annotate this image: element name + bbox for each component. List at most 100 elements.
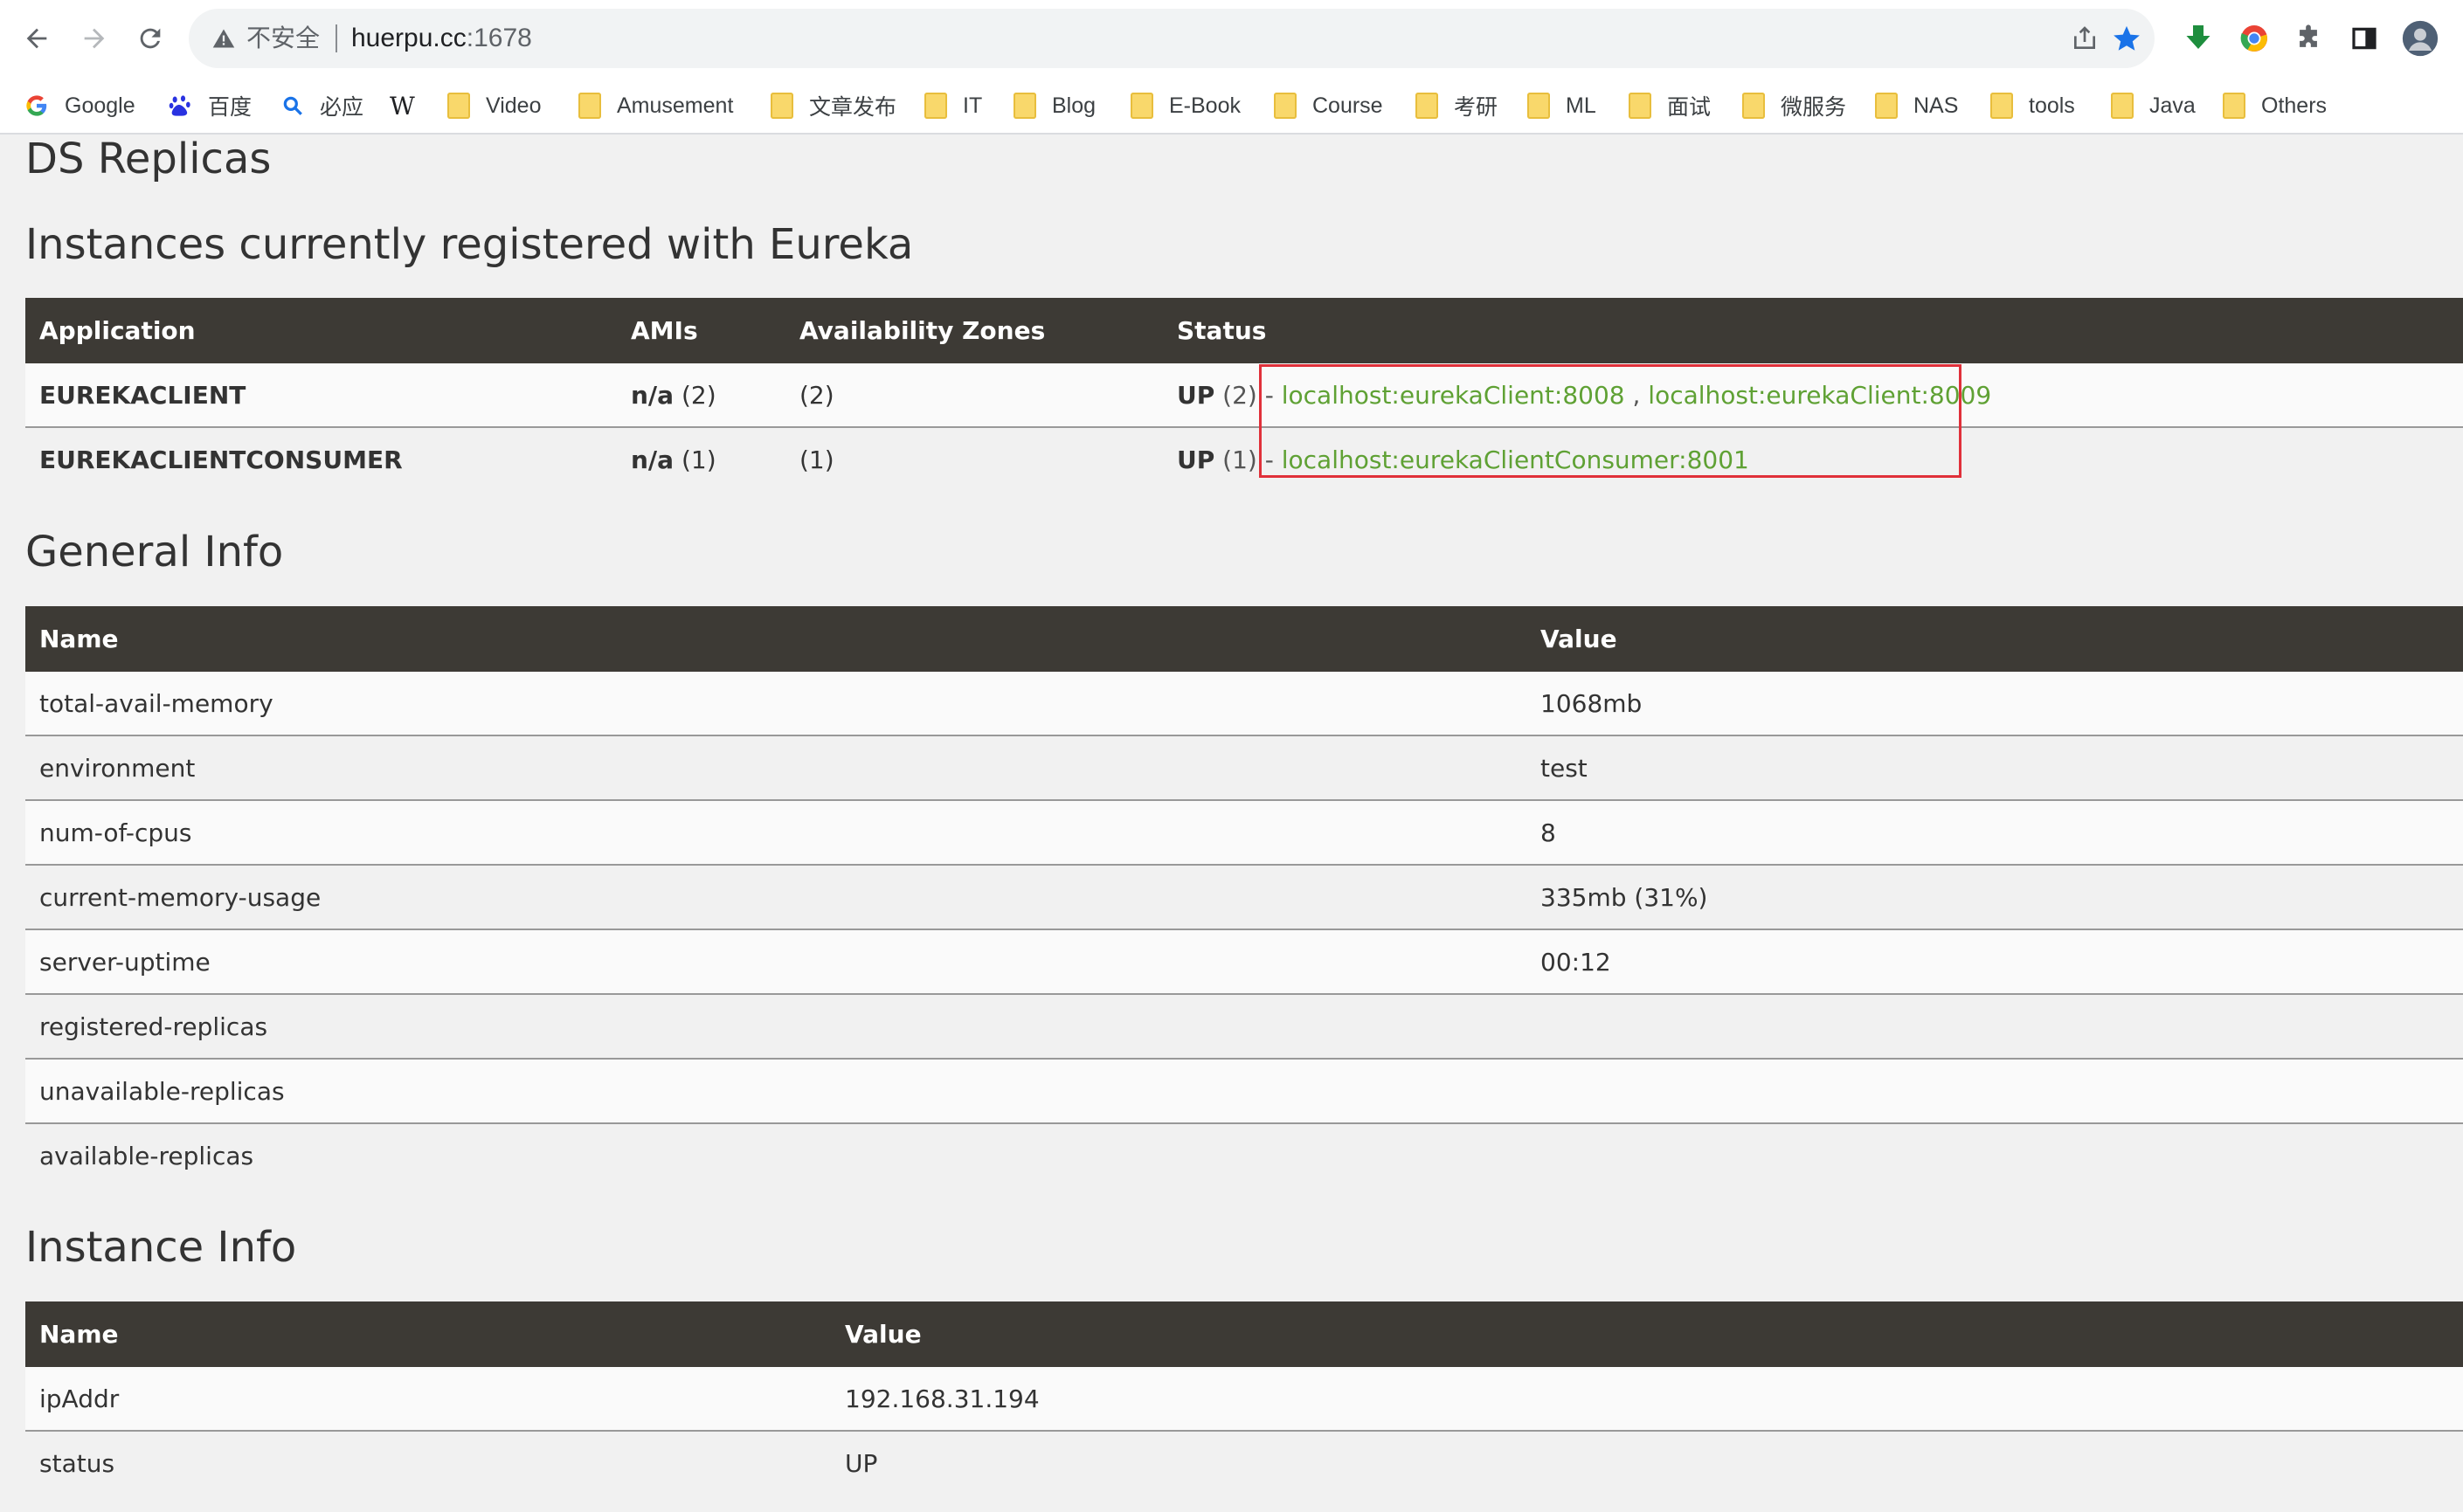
- table-row: total-avail-memory 1068mb: [25, 672, 2463, 736]
- chrome-extension-icon[interactable]: [2235, 19, 2273, 58]
- column-header-amis: AMIs: [617, 298, 785, 363]
- info-name: registered-replicas: [25, 994, 1526, 1060]
- bookmark-label: Others: [2261, 93, 2328, 118]
- folder-icon: [1014, 93, 1036, 119]
- bookmark-label: E-Book: [1169, 93, 1241, 118]
- table-row: status UP: [25, 1431, 2463, 1495]
- url-port: :1678: [466, 24, 532, 52]
- column-header-value: Value: [1526, 606, 2463, 672]
- warning-triangle-icon[interactable]: [208, 23, 239, 54]
- status-value: UP: [1177, 380, 1215, 410]
- info-name: unavailable-replicas: [25, 1059, 1526, 1124]
- column-header-name: Name: [25, 1301, 831, 1367]
- bookmarks-bar: Google 百度 必应 W Video Amusement 文章发布 IT B…: [0, 77, 2463, 135]
- table-row: registered-replicas: [25, 994, 2463, 1060]
- column-header-application: Application: [25, 298, 617, 363]
- application-cell: EUREKACLIENT: [25, 363, 617, 428]
- back-arrow-icon: [26, 28, 47, 49]
- folder-icon: [1415, 93, 1438, 119]
- bookmark-label: 面试: [1667, 95, 1712, 120]
- bookmark-folder-ml[interactable]: ML: [1527, 89, 1596, 122]
- info-value: UP: [831, 1431, 2463, 1495]
- application-name: EUREKACLIENT: [39, 380, 246, 410]
- table-row: server-uptime 00:12: [25, 929, 2463, 995]
- amis-count: (1): [674, 445, 716, 474]
- bookmark-label: IT: [963, 93, 983, 118]
- folder-icon: [924, 93, 947, 119]
- folder-icon: [1742, 93, 1765, 119]
- folder-icon: [2223, 93, 2245, 119]
- bookmark-baidu[interactable]: 百度: [168, 89, 252, 122]
- side-panel-icon[interactable]: [2345, 19, 2383, 58]
- amis-value: n/a: [631, 380, 675, 410]
- forward-arrow-icon: [84, 28, 105, 49]
- not-secure-label[interactable]: 不安全: [246, 23, 320, 54]
- bookmark-wikipedia[interactable]: W: [390, 89, 415, 122]
- bookmark-folder-amusement[interactable]: Amusement: [578, 89, 733, 122]
- amis-cell: n/a (2): [617, 363, 785, 428]
- folder-icon: [1274, 93, 1297, 119]
- folder-icon: [1131, 93, 1153, 119]
- download-icon[interactable]: [2179, 19, 2217, 58]
- info-name: num-of-cpus: [25, 800, 1526, 866]
- bookmark-folder-course[interactable]: Course: [1274, 89, 1383, 122]
- bookmark-folder-tools[interactable]: tools: [1990, 89, 2075, 122]
- bookmark-star-icon[interactable]: [2109, 21, 2144, 56]
- reload-button[interactable]: [128, 16, 173, 61]
- back-button[interactable]: [14, 16, 59, 61]
- omnibox-divider: [336, 24, 337, 52]
- bookmark-folder-it[interactable]: IT: [924, 89, 982, 122]
- bookmark-label: Java: [2149, 93, 2196, 118]
- red-annotation-box: [1259, 364, 1961, 478]
- bookmark-folder-java[interactable]: Java: [2111, 89, 2196, 122]
- bookmark-folder-ebook[interactable]: E-Book: [1131, 89, 1241, 122]
- folder-icon: [1527, 93, 1550, 119]
- info-name: total-avail-memory: [25, 672, 1526, 736]
- bookmark-folder-interview[interactable]: 面试: [1629, 89, 1711, 122]
- info-name: available-replicas: [25, 1123, 1526, 1187]
- bookmark-google[interactable]: Google: [24, 89, 135, 122]
- puzzle-extensions-icon[interactable]: [2289, 19, 2328, 58]
- folder-icon: [771, 93, 793, 119]
- bing-icon: [283, 96, 302, 115]
- profile-avatar-icon[interactable]: [2401, 19, 2439, 58]
- bookmark-folder-kaoyan[interactable]: 考研: [1415, 89, 1498, 122]
- table-header-row: Name Value: [25, 606, 2463, 672]
- eureka-dashboard: DS Replicas Instances currently register…: [0, 135, 2463, 1512]
- folder-icon: [447, 93, 470, 119]
- folder-icon: [1875, 93, 1898, 119]
- info-name: ipAddr: [25, 1367, 831, 1432]
- info-name: environment: [25, 735, 1526, 801]
- url-host: huerpu.cc: [351, 24, 467, 52]
- wikipedia-icon: W: [390, 91, 415, 121]
- ds-replicas-heading: DS Replicas: [25, 135, 272, 183]
- folder-icon: [1990, 93, 2013, 119]
- column-header-name: Name: [25, 606, 1526, 672]
- bookmark-label: 微服务: [1781, 95, 1847, 120]
- address-bar[interactable]: 不安全 huerpu.cc:1678: [189, 9, 2155, 68]
- instance-info-table: Name Value ipAddr 192.168.31.194 status UP: [25, 1301, 2463, 1495]
- info-value: 192.168.31.194: [831, 1367, 2463, 1432]
- bookmark-label: Course: [1312, 93, 1383, 118]
- instances-heading: Instances currently registered with Eure…: [25, 220, 914, 269]
- bookmark-folder-video[interactable]: Video: [447, 89, 542, 122]
- bookmark-folder-blog[interactable]: Blog: [1014, 89, 1096, 122]
- column-header-status: Status: [1163, 298, 2463, 363]
- baidu-icon: [169, 95, 190, 116]
- zones-cell: (2): [785, 363, 1163, 428]
- bookmark-label: Video: [486, 93, 542, 118]
- bookmark-folder-microservices[interactable]: 微服务: [1742, 89, 1846, 122]
- url-text[interactable]: huerpu.cc:1678: [351, 22, 532, 55]
- bookmark-label: 必应: [320, 95, 364, 120]
- forward-button[interactable]: [72, 16, 117, 61]
- table-row: num-of-cpus 8: [25, 800, 2463, 866]
- table-row: EUREKACLIENT n/a (2) (2) UP (2) - localh…: [25, 363, 2463, 428]
- bookmark-folder-others[interactable]: Others: [2223, 89, 2327, 122]
- bookmark-folder-nas[interactable]: NAS: [1875, 89, 1958, 122]
- table-header-row: Name Value: [25, 1301, 2463, 1367]
- bookmark-bing[interactable]: 必应: [281, 89, 363, 122]
- bookmark-folder-articles[interactable]: 文章发布: [771, 89, 896, 122]
- bookmark-label: Blog: [1052, 93, 1097, 118]
- amis-cell: n/a (1): [617, 427, 785, 491]
- share-icon[interactable]: [2067, 21, 2102, 56]
